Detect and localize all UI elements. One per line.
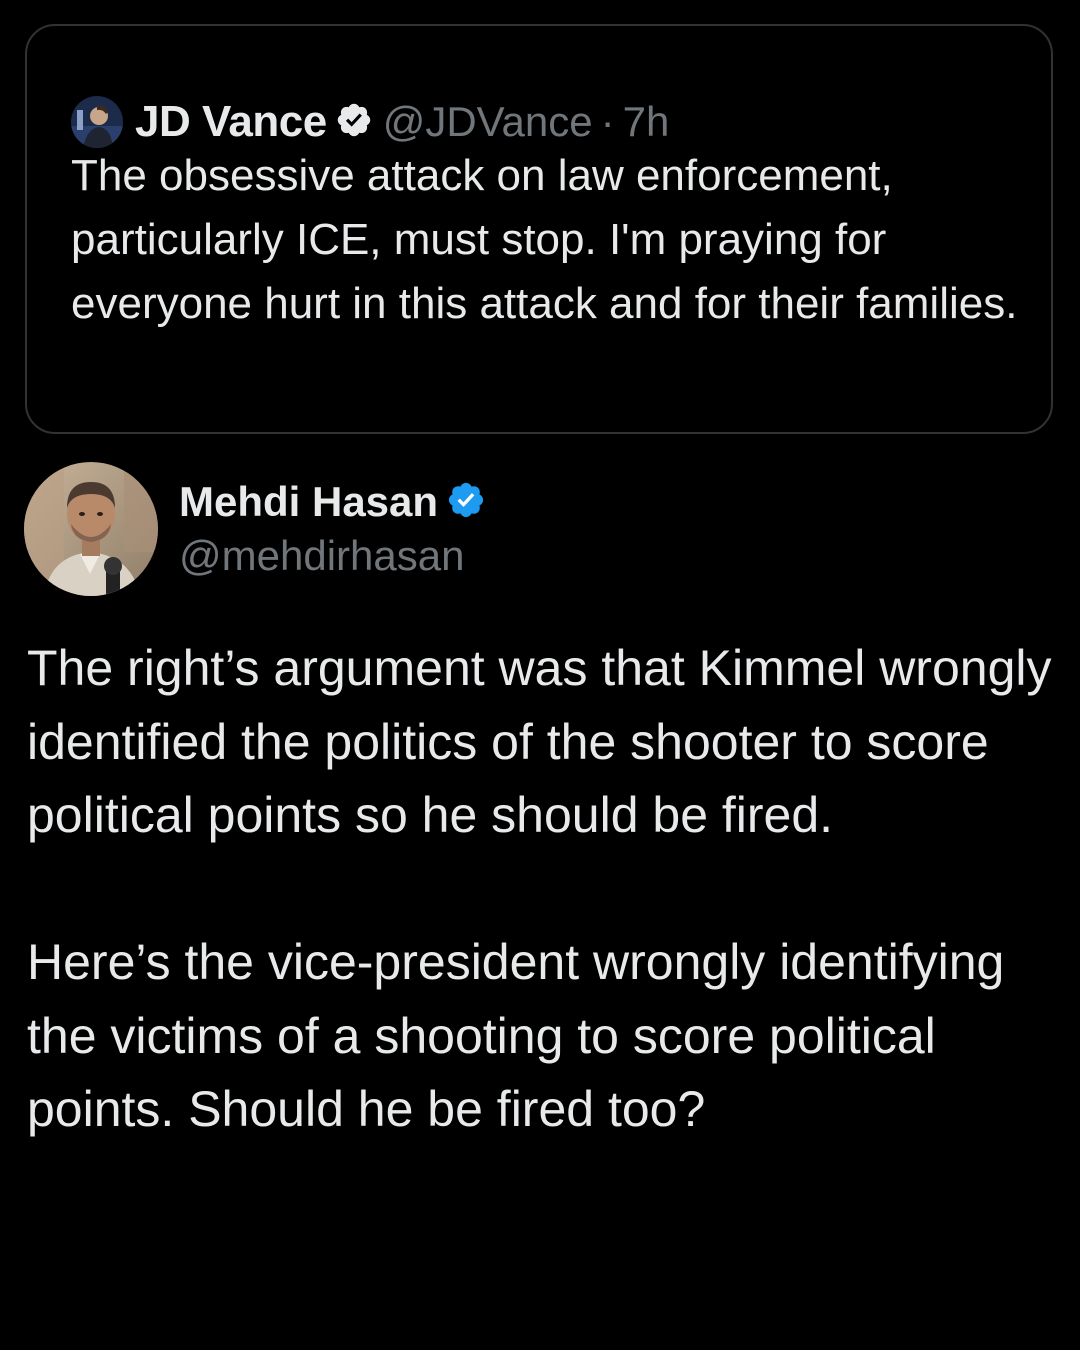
quoted-tweet-timestamp[interactable]: 7h: [623, 98, 670, 146]
quoted-tweet-card[interactable]: JD Vance @JDVance · 7h The obsessive att…: [25, 24, 1053, 434]
author-name[interactable]: Mehdi Hasan: [179, 478, 438, 526]
quoted-tweet-text: The obsessive attack on law enforcement,…: [71, 151, 1018, 328]
tweet-paragraph: The right’s argument was that Kimmel wro…: [27, 640, 1052, 843]
quoted-author-name[interactable]: JD Vance: [135, 97, 327, 147]
quoted-tweet-header: JD Vance @JDVance · 7h: [71, 92, 669, 152]
quoted-author-handle[interactable]: @JDVance: [383, 98, 593, 146]
author-name-line: Mehdi Hasan: [179, 476, 496, 528]
tweet-text: The right’s argument was that Kimmel wro…: [27, 632, 1057, 1147]
tweet-paragraph: Here’s the vice-president wrongly identi…: [27, 934, 1005, 1137]
verified-badge-icon: [335, 101, 373, 144]
author-avatar[interactable]: [24, 462, 158, 596]
author-handle[interactable]: @mehdirhasan: [179, 532, 496, 580]
tweet-author-row: Mehdi Hasan @mehdirhasan: [24, 462, 496, 596]
author-info: Mehdi Hasan @mehdirhasan: [179, 476, 496, 580]
quoted-author-avatar[interactable]: [71, 96, 123, 148]
verified-badge-icon: [446, 480, 486, 525]
separator-dot: ·: [600, 98, 615, 145]
